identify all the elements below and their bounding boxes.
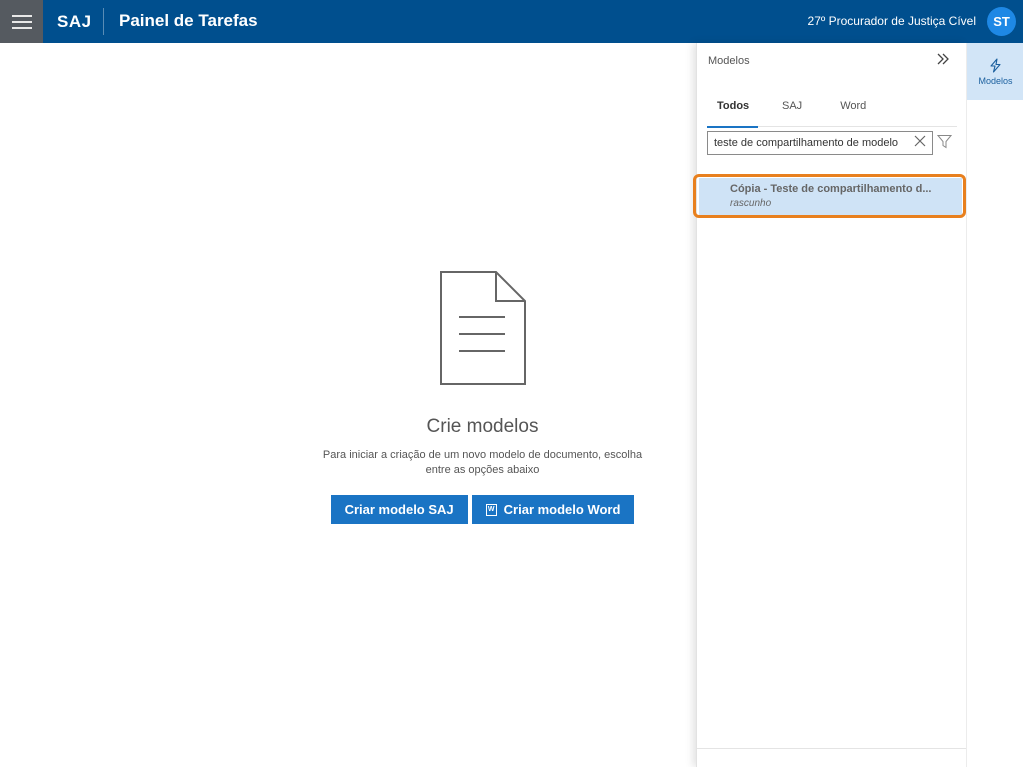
user-name[interactable]: 27º Procurador de Justiça Cível: [808, 14, 976, 28]
clear-search-button[interactable]: [914, 134, 926, 152]
top-bar: SAJ Painel de Tarefas 27º Procurador de …: [0, 0, 1023, 43]
right-toolbar: Modelos: [966, 43, 1023, 767]
search-input[interactable]: [708, 132, 904, 154]
hamburger-icon: [11, 14, 32, 29]
panel-divider: [697, 748, 967, 749]
brand-divider: [103, 8, 104, 35]
list-item[interactable]: Cópia - Teste de compartilhamento d... r…: [699, 178, 962, 216]
word-icon: W: [485, 503, 497, 516]
empty-state-title: Crie modelos: [426, 416, 539, 437]
create-word-label: Criar modelo Word: [503, 502, 621, 517]
create-saj-label: Criar modelo SAJ: [344, 502, 454, 517]
tab-word[interactable]: Word: [830, 100, 876, 127]
tab-todos[interactable]: Todos: [707, 100, 758, 128]
panel-title: Modelos: [708, 55, 750, 67]
filter-button[interactable]: [936, 134, 953, 154]
page-title: Painel de Tarefas: [119, 11, 258, 30]
filter-icon: [936, 135, 953, 149]
create-saj-model-button[interactable]: Criar modelo SAJ: [330, 495, 468, 524]
document-icon: [439, 271, 526, 385]
brand-logo[interactable]: SAJ: [57, 12, 92, 32]
models-panel: Modelos Todos SAJ Word Cópia - Teste de …: [696, 43, 967, 767]
collapse-panel-button[interactable]: [936, 52, 950, 71]
close-icon: [914, 135, 926, 147]
panel-tabs: Todos SAJ Word: [707, 100, 957, 128]
rail-item-modelos[interactable]: Modelos: [967, 43, 1023, 100]
empty-state-description: Para iniciar a criação de um novo modelo…: [322, 449, 643, 476]
empty-state: Crie modelos Para iniciar a criação de u…: [280, 270, 685, 524]
tab-saj[interactable]: SAJ: [772, 100, 812, 127]
hamburger-menu-button[interactable]: [0, 0, 43, 43]
lightning-icon: [990, 57, 1001, 73]
double-chevron-right-icon: [937, 53, 949, 65]
result-title: Cópia - Teste de compartilhamento d...: [730, 183, 932, 195]
rail-item-label: Modelos: [978, 75, 1013, 86]
search-field: [707, 131, 933, 155]
avatar[interactable]: ST: [987, 7, 1016, 36]
result-status: rascunho: [730, 198, 772, 209]
create-word-model-button[interactable]: W Criar modelo Word: [471, 495, 635, 524]
create-buttons: Criar modelo SAJ W Criar modelo Word: [280, 495, 685, 524]
